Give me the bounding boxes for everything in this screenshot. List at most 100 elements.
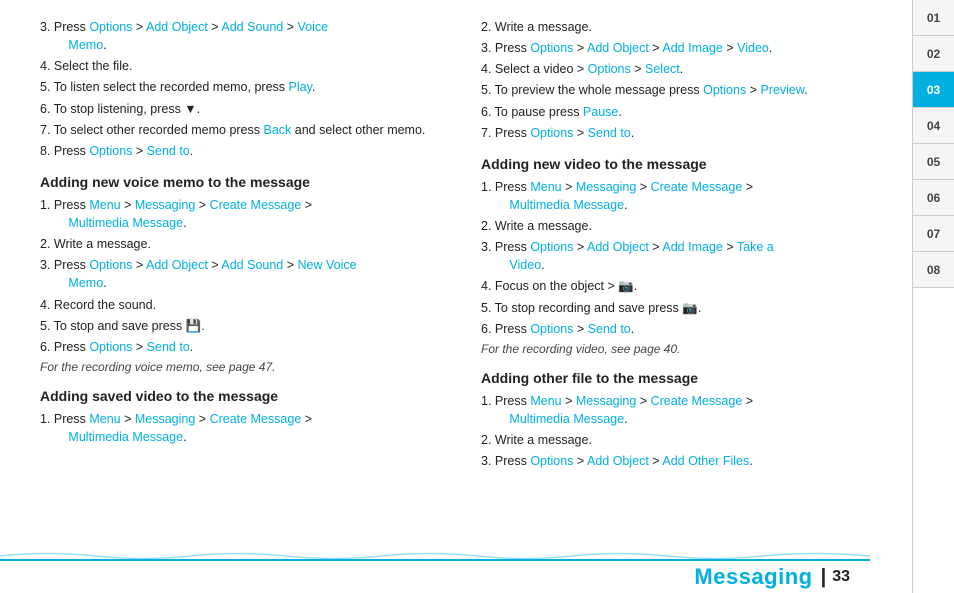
right-intro-list: 2. Write a message. 3. Press Options > A… (481, 18, 892, 142)
page-number: | (821, 566, 827, 589)
add-object-link: Add Object (587, 454, 649, 468)
list-item: 7. Press Options > Send to. (481, 124, 892, 142)
tab-sidebar: 01 02 03 04 05 06 07 08 (912, 0, 954, 593)
other-file-list: 1. Press Menu > Messaging > Create Messa… (481, 392, 892, 471)
list-item: 2. Write a message. (40, 235, 451, 253)
add-object-link: Add Object (587, 41, 649, 55)
back-link: Back (264, 123, 292, 137)
tab-05[interactable]: 05 (913, 144, 954, 180)
messaging-link: Messaging (576, 394, 636, 408)
list-item: 8. Press Options > Send to. (40, 142, 451, 160)
page-number-text: 33 (832, 568, 850, 586)
list-item: 7. To select other recorded memo press B… (40, 121, 451, 139)
list-item: 6. Press Options > Send to. (481, 320, 892, 338)
options-link: Options (89, 144, 132, 158)
send-to-link: Send to (147, 340, 190, 354)
page-title: Messaging (694, 564, 812, 590)
main-content: 3. Press Options > Add Object > Add Soun… (0, 0, 912, 593)
list-item: 5. To stop and save press 💾. (40, 317, 451, 335)
list-item: 5. To listen select the recorded memo, p… (40, 78, 451, 96)
tab-02[interactable]: 02 (913, 36, 954, 72)
options-link: Options (89, 258, 132, 272)
intro-list: 3. Press Options > Add Object > Add Soun… (40, 18, 451, 160)
tab-07[interactable]: 07 (913, 216, 954, 252)
list-item: 5. To preview the whole message press Op… (481, 81, 892, 99)
messaging-link: Messaging (576, 180, 636, 194)
options-link: Options (89, 20, 132, 34)
create-message-link: Create Message (651, 394, 743, 408)
add-sound-link: Add Sound (221, 258, 283, 272)
menu-link: Menu (530, 180, 561, 194)
other-file-heading: Adding other file to the message (481, 370, 892, 386)
list-item: 4. Select a video > Options > Select. (481, 60, 892, 78)
select-link: Select (645, 62, 680, 76)
options-link: Options (89, 340, 132, 354)
list-item: 2. Write a message. (481, 18, 892, 36)
voice-memo-footnote: For the recording voice memo, see page 4… (40, 360, 451, 374)
bottom-bar: Messaging | 33 (0, 559, 870, 593)
add-image-link: Add Image (662, 240, 722, 254)
messaging-link: Messaging (135, 198, 195, 212)
list-item: 4. Select the file. (40, 57, 451, 75)
add-sound-link: Add Sound (221, 20, 283, 34)
new-video-list: 1. Press Menu > Messaging > Create Messa… (481, 178, 892, 338)
multimedia-link: Multimedia Message (509, 198, 624, 212)
options-link: Options (530, 454, 573, 468)
send-to-link: Send to (147, 144, 190, 158)
preview-link: Preview (760, 83, 804, 97)
page-container: 3. Press Options > Add Object > Add Soun… (0, 0, 954, 593)
options-link: Options (530, 41, 573, 55)
options-link: Options (703, 83, 746, 97)
list-item: 3. Press Options > Add Object > Add Othe… (481, 452, 892, 470)
play-link: Play (289, 80, 312, 94)
send-to-link: Send to (588, 322, 631, 336)
list-item: 1. Press Menu > Messaging > Create Messa… (481, 392, 892, 428)
tab-01[interactable]: 01 (913, 0, 954, 36)
saved-video-heading: Adding saved video to the message (40, 388, 451, 404)
list-item: 4. Focus on the object > 📷. (481, 277, 892, 295)
add-object-link: Add Object (146, 258, 208, 272)
list-item: 1. Press Menu > Messaging > Create Messa… (40, 410, 451, 446)
list-item: 1. Press Menu > Messaging > Create Messa… (481, 178, 892, 214)
tab-03[interactable]: 03 (913, 72, 954, 108)
list-item: 3. Press Options > Add Object > Add Soun… (40, 256, 451, 292)
tab-08[interactable]: 08 (913, 252, 954, 288)
add-object-link: Add Object (146, 20, 208, 34)
add-object-link: Add Object (587, 240, 649, 254)
create-message-link: Create Message (210, 412, 302, 426)
send-to-link: Send to (588, 126, 631, 140)
left-column: 3. Press Options > Add Object > Add Soun… (40, 18, 451, 575)
list-item: 6. Press Options > Send to. (40, 338, 451, 356)
menu-link: Menu (530, 394, 561, 408)
voice-memo-heading: Adding new voice memo to the message (40, 174, 451, 190)
tab-06[interactable]: 06 (913, 180, 954, 216)
saved-video-list: 1. Press Menu > Messaging > Create Messa… (40, 410, 451, 446)
list-item: 3. Press Options > Add Object > Add Soun… (40, 18, 451, 54)
list-item: 2. Write a message. (481, 217, 892, 235)
voice-memo-list: 1. Press Menu > Messaging > Create Messa… (40, 196, 451, 356)
messaging-link: Messaging (135, 412, 195, 426)
options-link: Options (530, 126, 573, 140)
list-item: 6. To stop listening, press ▼. (40, 100, 451, 118)
list-item: 3. Press Options > Add Object > Add Imag… (481, 238, 892, 274)
add-image-link: Add Image (662, 41, 722, 55)
create-message-link: Create Message (651, 180, 743, 194)
multimedia-link: Multimedia Message (509, 412, 624, 426)
list-item: 1. Press Menu > Messaging > Create Messa… (40, 196, 451, 232)
new-video-footnote: For the recording video, see page 40. (481, 342, 892, 356)
tab-04[interactable]: 04 (913, 108, 954, 144)
menu-link: Menu (89, 198, 120, 212)
list-item: 6. To pause press Pause. (481, 103, 892, 121)
list-item: 5. To stop recording and save press 📷. (481, 299, 892, 317)
options-link: Options (530, 322, 573, 336)
multimedia-link: Multimedia Message (68, 216, 183, 230)
create-message-link: Create Message (210, 198, 302, 212)
options-link: Options (588, 62, 631, 76)
options-link: Options (530, 240, 573, 254)
list-item: 2. Write a message. (481, 431, 892, 449)
pause-link: Pause (583, 105, 618, 119)
right-column: 2. Write a message. 3. Press Options > A… (481, 18, 892, 575)
add-other-files-link: Add Other Files (662, 454, 749, 468)
multimedia-link: Multimedia Message (68, 430, 183, 444)
list-item: 4. Record the sound. (40, 296, 451, 314)
